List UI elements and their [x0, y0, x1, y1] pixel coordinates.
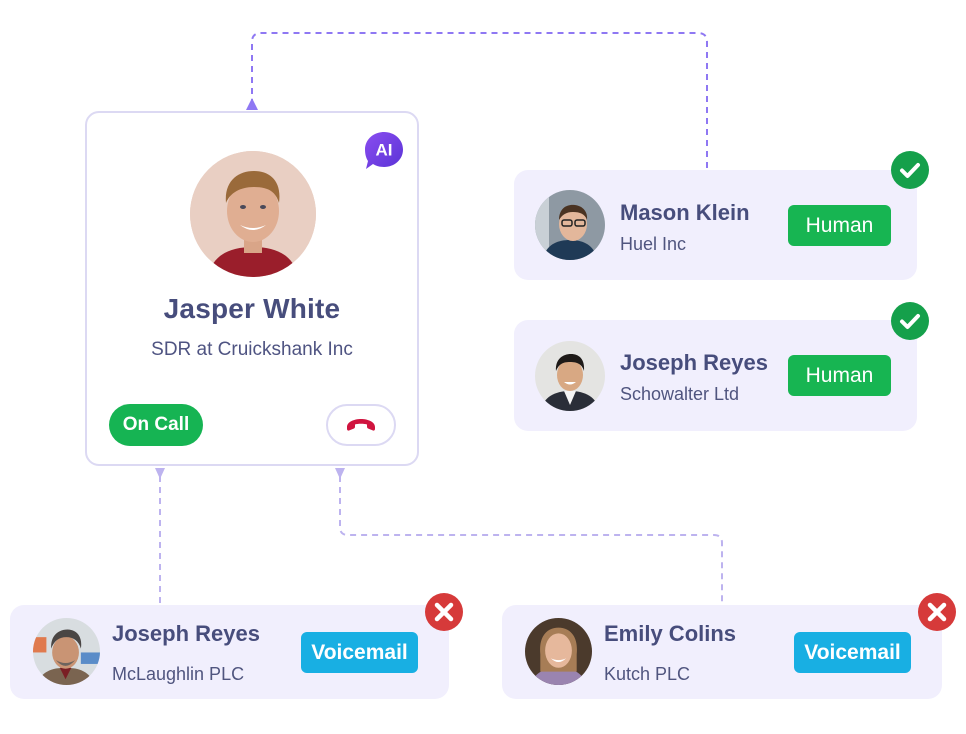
contact-company: Huel Inc — [620, 234, 687, 254]
contact-name: Joseph Reyes — [112, 621, 260, 646]
human-tag: Human — [788, 355, 891, 396]
voicemail-tag: Voicemail — [794, 632, 911, 673]
contact-name: Mason Klein — [620, 200, 750, 225]
voicemail-tag: Voicemail — [301, 632, 418, 673]
contact-company: Schowalter Ltd — [620, 384, 740, 404]
avatar — [33, 618, 100, 685]
caller-name: Jasper White — [163, 293, 341, 324]
connector-jasper-to-kutch — [339, 476, 723, 604]
phone-hangup-icon — [347, 419, 375, 431]
contact-company: Kutch PLC — [604, 664, 691, 684]
contact-company: McLaughlin PLC — [112, 664, 245, 684]
x-circle-icon — [918, 593, 956, 631]
check-circle-icon — [891, 151, 929, 189]
contact-card[interactable]: Emily Colins Kutch PLC Voicemail — [502, 605, 942, 699]
avatar-jasper-white — [190, 151, 316, 277]
contact-card[interactable]: Mason Klein Huel Inc Human — [514, 170, 917, 280]
x-circle-icon — [425, 593, 463, 631]
main-caller-card: AI Jasper White SDR at Cruickshank Inc O… — [85, 111, 419, 466]
contact-name: Joseph Reyes — [620, 350, 768, 375]
arrow-down-icon — [155, 468, 165, 479]
caller-title: SDR at Cruickshank Inc — [151, 339, 353, 360]
avatar — [525, 618, 592, 685]
arrow-up-icon — [246, 98, 258, 110]
contact-card[interactable]: Joseph Reyes Schowalter Ltd Human — [514, 320, 917, 431]
contact-name: Emily Colins — [604, 621, 737, 646]
human-tag: Human — [788, 205, 891, 246]
check-circle-icon — [891, 302, 929, 340]
avatar — [535, 341, 605, 411]
on-call-status-button[interactable]: On Call — [109, 404, 203, 446]
arrow-down-icon — [335, 468, 345, 479]
contact-card[interactable]: Joseph Reyes McLaughlin PLC Voicemail — [10, 605, 449, 699]
avatar — [535, 190, 605, 260]
ai-badge-label: AI — [376, 141, 393, 160]
ai-chat-icon: AI — [365, 132, 403, 169]
hang-up-button[interactable] — [326, 404, 396, 446]
